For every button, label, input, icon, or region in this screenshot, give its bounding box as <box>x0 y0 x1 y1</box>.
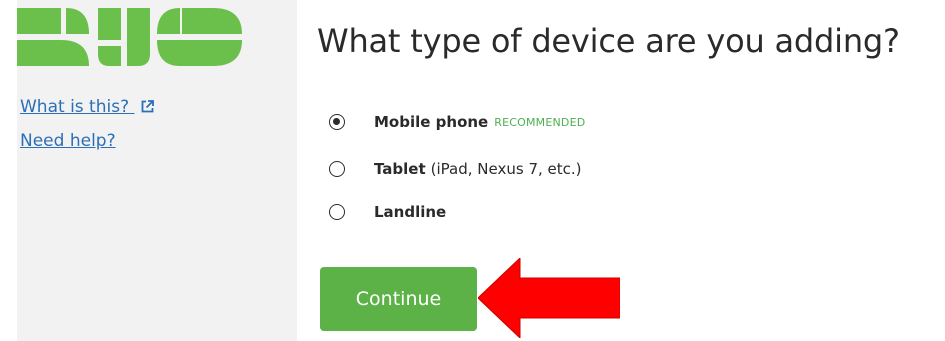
need-help-link[interactable]: Need help? <box>20 131 116 151</box>
radio-mobile-phone[interactable] <box>329 114 345 130</box>
radio-tablet[interactable] <box>329 161 345 177</box>
need-help-label[interactable]: Need help? <box>20 131 116 151</box>
recommended-badge: RECOMMENDED <box>494 115 586 129</box>
continue-button[interactable]: Continue <box>320 267 477 331</box>
device-option-landline[interactable]: Landline <box>329 201 446 223</box>
option-name-mobile-phone: Mobile phone <box>374 113 489 131</box>
radio-landline[interactable] <box>329 204 345 220</box>
device-option-tablet[interactable]: Tablet (iPad, Nexus 7, etc.) <box>329 158 582 180</box>
option-name-landline: Landline <box>374 203 447 221</box>
what-is-this-label[interactable]: What is this? <box>20 97 129 117</box>
option-name-tablet: Tablet <box>374 160 426 178</box>
page-title: What type of device are you adding? <box>317 22 900 60</box>
duo-logo <box>17 8 242 66</box>
option-detail-tablet: (iPad, Nexus 7, etc.) <box>430 160 582 178</box>
external-link-icon[interactable] <box>141 100 154 113</box>
duo-enrollment-page: What is this? Need help? What type of de… <box>0 0 945 341</box>
what-is-this-link[interactable]: What is this? <box>20 97 154 117</box>
main-panel: What type of device are you adding? Mobi… <box>297 0 945 341</box>
device-option-mobile-phone[interactable]: Mobile phone RECOMMENDED <box>329 111 585 133</box>
red-arrow-icon <box>478 258 620 338</box>
